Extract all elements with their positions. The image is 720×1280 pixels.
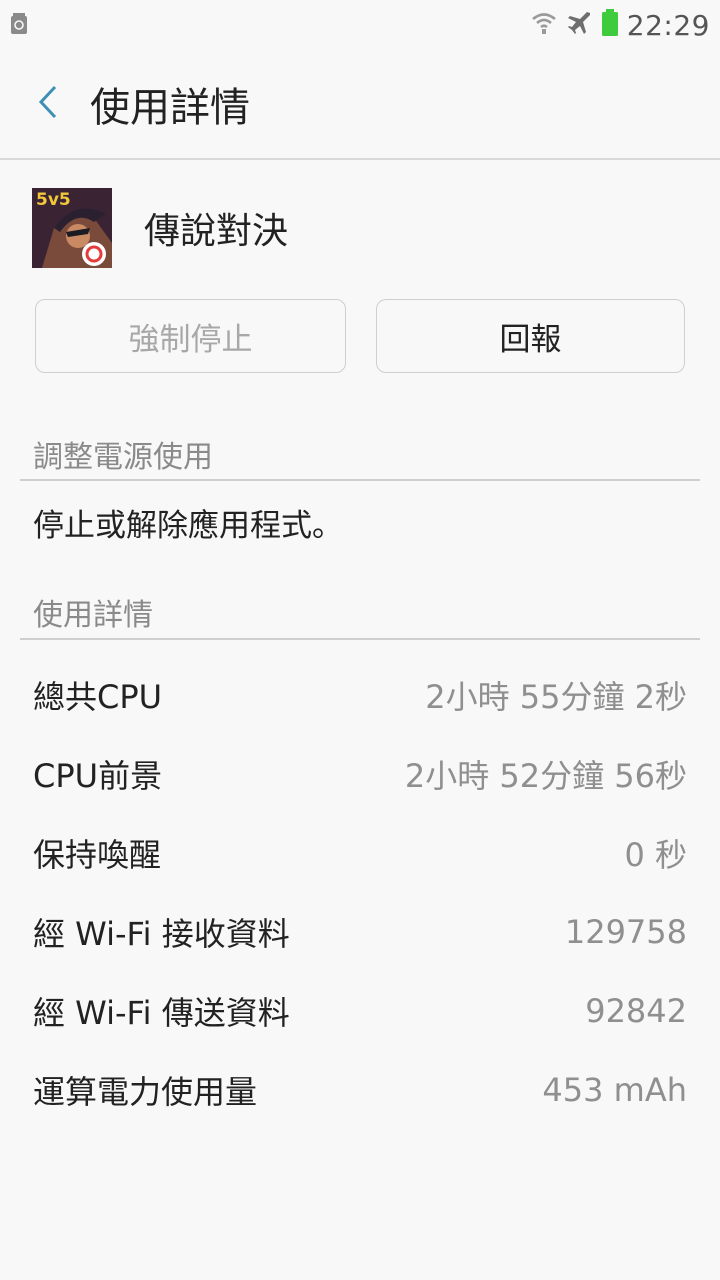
recycle-icon xyxy=(10,11,28,39)
usage-row-label: 運算電力使用量 xyxy=(33,1073,258,1111)
usage-row-label: 經 Wi-Fi 傳送資料 xyxy=(33,994,290,1032)
status-bar: 22:29 xyxy=(0,0,720,50)
force-stop-button[interactable]: 強制停止 xyxy=(35,299,346,373)
app-icon: 5v5 xyxy=(32,188,112,268)
header-divider xyxy=(0,158,720,160)
usage-row-total-cpu: 總共CPU 2小時 55分鐘 2秒 xyxy=(33,670,687,720)
usage-row-value: 129758 xyxy=(564,913,687,951)
power-section-link[interactable]: 停止或解除應用程式。 xyxy=(33,500,343,545)
usage-row-wifi-received: 經 Wi-Fi 接收資料 129758 xyxy=(33,907,687,957)
usage-row-value: 2小時 52分鐘 56秒 xyxy=(404,757,687,795)
status-bar-right: 22:29 xyxy=(531,9,710,42)
page-title: 使用詳情 xyxy=(90,85,250,131)
usage-row-label: 保持喚醒 xyxy=(33,836,162,874)
usage-row-value: 0 秒 xyxy=(624,836,687,874)
power-section-divider xyxy=(20,479,700,481)
usage-row-cpu-foreground: CPU前景 2小時 52分鐘 56秒 xyxy=(33,749,687,799)
usage-row-value: 92842 xyxy=(585,992,687,1030)
usage-row-value: 453 mAh xyxy=(542,1071,687,1109)
usage-row-label: 總共CPU xyxy=(33,678,163,716)
usage-section-divider xyxy=(20,638,700,640)
usage-row-keep-awake: 保持喚醒 0 秒 xyxy=(33,828,687,878)
usage-row-label: 經 Wi-Fi 接收資料 xyxy=(33,915,290,953)
app-name: 傳說對決 xyxy=(144,211,289,252)
battery-icon xyxy=(601,9,619,41)
usage-row-wifi-sent: 經 Wi-Fi 傳送資料 92842 xyxy=(33,986,687,1036)
status-bar-clock: 22:29 xyxy=(626,8,710,42)
app-icon-badge: 5v5 xyxy=(36,190,71,210)
wifi-icon xyxy=(531,10,557,40)
report-button[interactable]: 回報 xyxy=(376,299,685,373)
usage-row-label: CPU前景 xyxy=(33,757,163,795)
usage-section-header: 使用詳情 xyxy=(33,598,153,633)
app-info-row: 5v5 傳說對決 xyxy=(32,188,288,268)
back-button[interactable] xyxy=(28,84,68,124)
status-bar-left xyxy=(10,11,28,39)
app-bar: 使用詳情 xyxy=(0,50,720,158)
power-section-header: 調整電源使用 xyxy=(33,440,213,475)
chevron-left-icon xyxy=(37,84,59,124)
airplane-mode-icon xyxy=(565,9,593,41)
usage-row-value: 2小時 55分鐘 2秒 xyxy=(425,678,687,716)
usage-row-computed-power: 運算電力使用量 453 mAh xyxy=(33,1065,687,1115)
